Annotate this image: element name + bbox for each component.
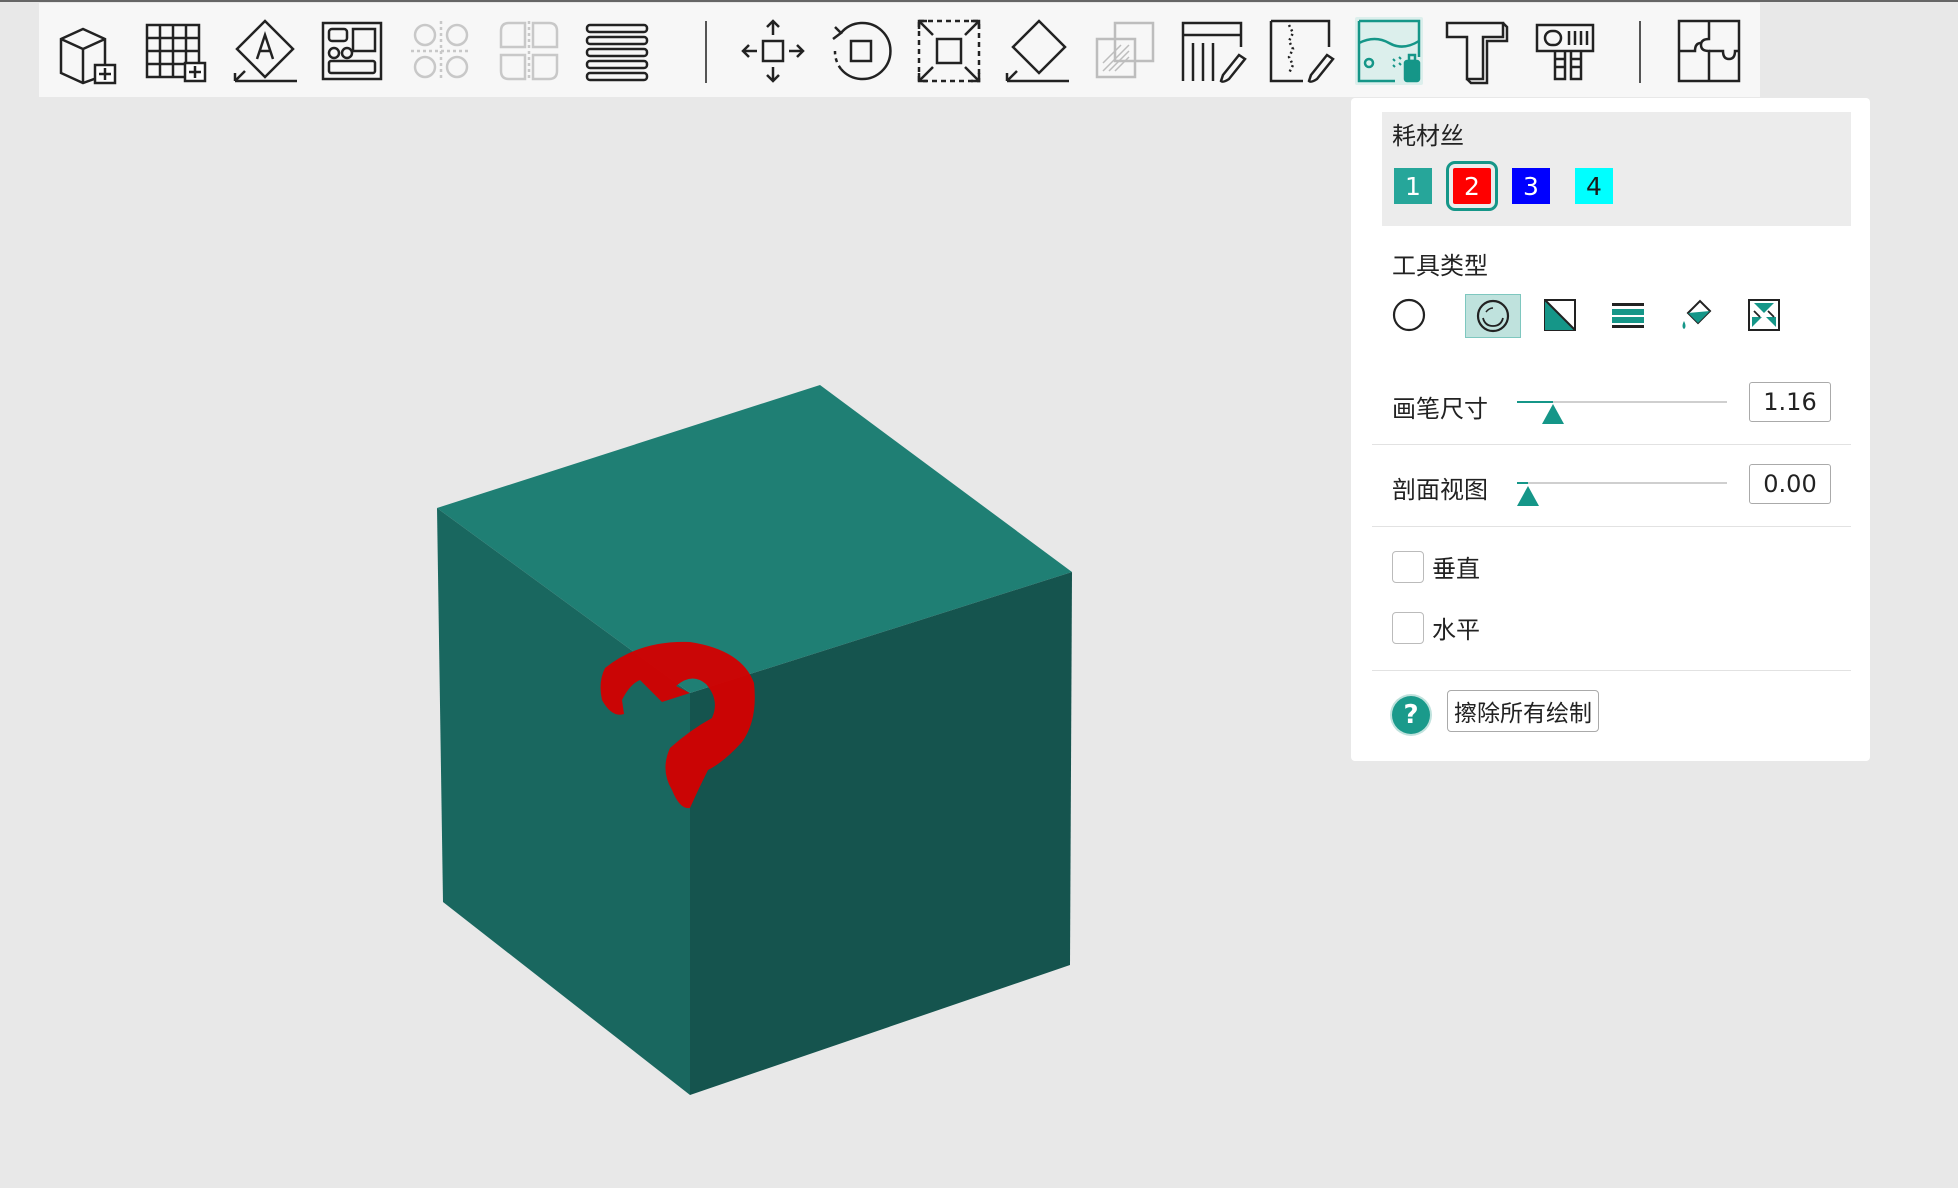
section-view-slider-thumb[interactable]	[1516, 486, 1539, 506]
gap-fill-icon[interactable]	[1737, 294, 1791, 336]
paint-panel: 耗材丝 1 2 3 4 工具类型 画笔尺寸 1.16 剖面视图 0.00 垂直 …	[1351, 98, 1870, 761]
divider	[1372, 526, 1851, 527]
cut-icon[interactable]	[1091, 17, 1159, 85]
help-icon[interactable]: ?	[1392, 696, 1430, 734]
vertical-checkbox[interactable]	[1392, 551, 1424, 583]
assembly-icon[interactable]	[1675, 17, 1743, 85]
scale-icon[interactable]	[915, 17, 983, 85]
main-toolbar	[39, 3, 1760, 97]
section-view-slider[interactable]	[1517, 482, 1727, 484]
add-plate-icon[interactable]	[143, 17, 211, 85]
horizontal-label: 水平	[1432, 616, 1480, 644]
filament-section: 耗材丝 1 2 3 4	[1382, 112, 1851, 226]
brush-size-slider-thumb[interactable]	[1541, 404, 1564, 424]
section-view-input[interactable]: 0.00	[1749, 464, 1831, 504]
move-icon[interactable]	[739, 17, 807, 85]
add-cube-icon[interactable]	[53, 17, 121, 85]
color-paint-icon[interactable]	[1355, 17, 1423, 85]
brush-size-label: 画笔尺寸	[1392, 395, 1488, 423]
tool-type-title: 工具类型	[1392, 252, 1488, 280]
horizontal-checkbox[interactable]	[1392, 612, 1424, 644]
bucket-fill-icon[interactable]	[1669, 294, 1723, 336]
rotate-icon[interactable]	[827, 17, 895, 85]
window-top-border	[0, 0, 1958, 2]
section-view-label: 剖面视图	[1392, 476, 1488, 504]
toolbar-separator	[705, 21, 707, 83]
seam-paint-icon[interactable]	[1267, 17, 1335, 85]
measure-icon[interactable]	[1531, 17, 1599, 85]
filament-1-button[interactable]: 1	[1394, 168, 1432, 204]
filament-4-button[interactable]: 4	[1575, 168, 1613, 204]
erase-all-painting-button[interactable]: 擦除所有绘制	[1447, 690, 1599, 732]
toolbar-separator-2	[1639, 21, 1641, 83]
divider	[1372, 444, 1851, 445]
layers-icon[interactable]	[583, 17, 651, 85]
divider	[1372, 670, 1851, 671]
brush-size-input[interactable]: 1.16	[1749, 382, 1831, 422]
split-objects-icon[interactable]	[407, 17, 475, 85]
height-range-icon[interactable]	[1601, 294, 1655, 336]
filament-2-button[interactable]: 2	[1446, 161, 1498, 211]
text-emboss-icon[interactable]	[1443, 17, 1511, 85]
lay-on-face-icon[interactable]	[1003, 17, 1071, 85]
brush-size-slider[interactable]	[1517, 401, 1727, 403]
filament-title: 耗材丝	[1392, 122, 1464, 150]
auto-orient-icon[interactable]	[231, 17, 299, 85]
split-parts-icon[interactable]	[495, 17, 563, 85]
support-paint-icon[interactable]	[1179, 17, 1247, 85]
arrange-icon[interactable]	[319, 17, 387, 85]
triangle-fill-icon[interactable]	[1533, 294, 1587, 336]
sphere-brush-icon[interactable]	[1465, 294, 1521, 338]
circle-brush-icon[interactable]	[1382, 294, 1436, 336]
vertical-label: 垂直	[1432, 555, 1480, 583]
filament-3-button[interactable]: 3	[1512, 168, 1550, 204]
